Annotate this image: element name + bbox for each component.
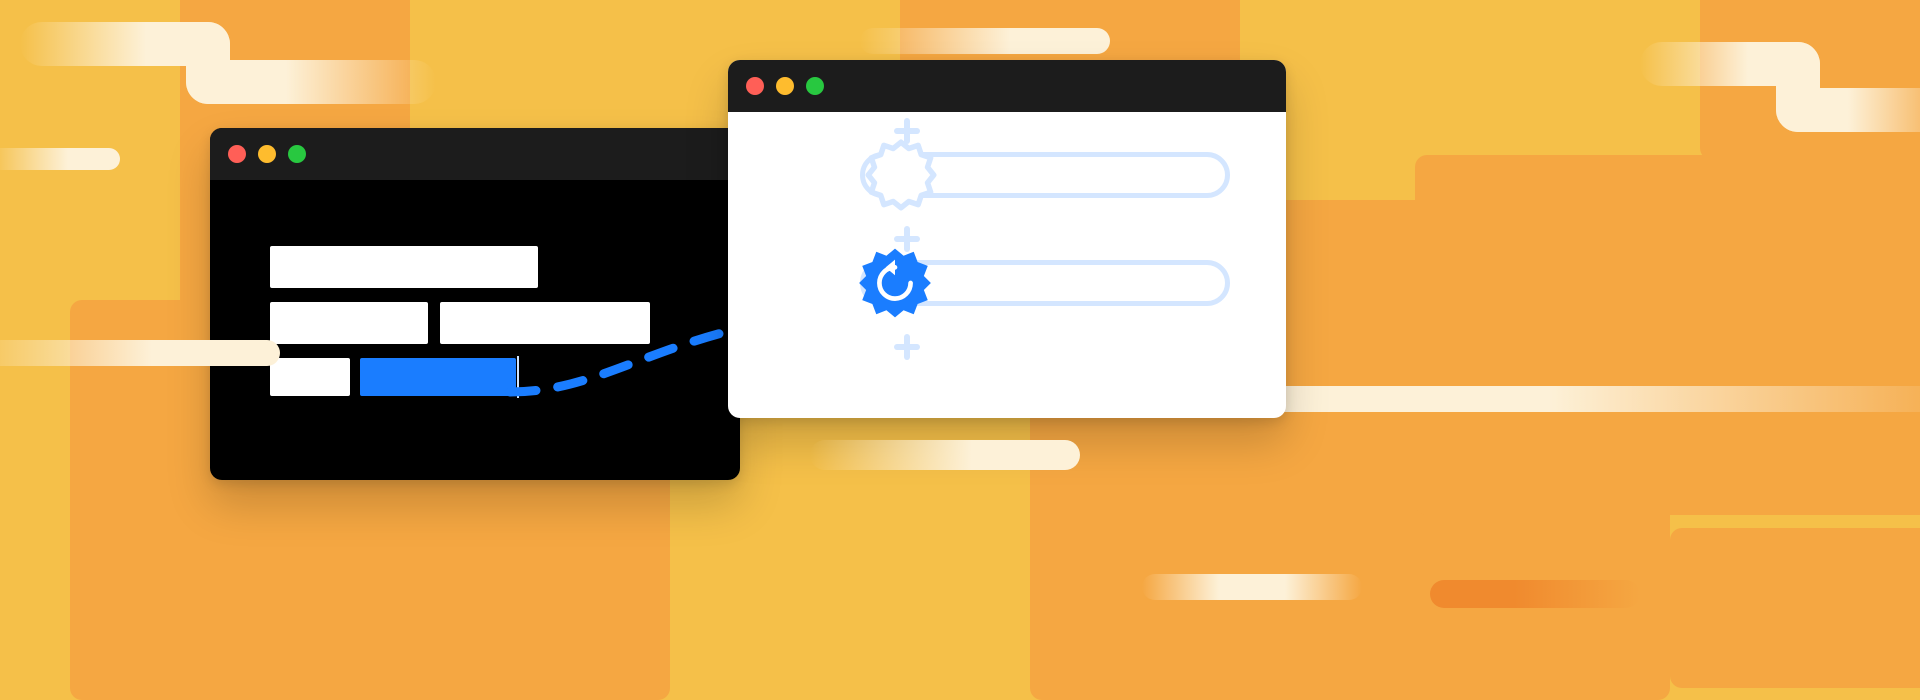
zoom-icon[interactable] [806,77,824,95]
motion-streak [0,340,280,366]
code-block [440,302,650,344]
zoom-icon[interactable] [288,145,306,163]
motion-streak [186,60,436,104]
motion-streak [1260,386,1920,412]
motion-streak [810,440,1080,470]
editor-window [210,128,740,480]
text-caret [517,356,519,398]
plus-icon[interactable] [894,334,920,360]
motion-streak [1142,574,1362,600]
bg-tile [1415,155,1920,515]
motion-streak [1430,580,1640,608]
motion-streak [860,28,1110,54]
motion-streak [1776,88,1920,132]
close-icon[interactable] [746,77,764,95]
code-block [270,302,428,344]
editor-body [210,180,740,240]
code-block [270,358,350,396]
settings-body [728,112,1286,418]
motion-streak [0,148,120,170]
refresh-gear-icon[interactable] [856,244,934,322]
titlebar [728,60,1286,112]
close-icon[interactable] [228,145,246,163]
minimize-icon[interactable] [776,77,794,95]
settings-window [728,60,1286,418]
titlebar [210,128,740,180]
gear-outline-icon [862,136,940,214]
code-block-active [360,358,516,396]
bg-tile [1670,528,1920,688]
minimize-icon[interactable] [258,145,276,163]
code-block [270,246,538,288]
